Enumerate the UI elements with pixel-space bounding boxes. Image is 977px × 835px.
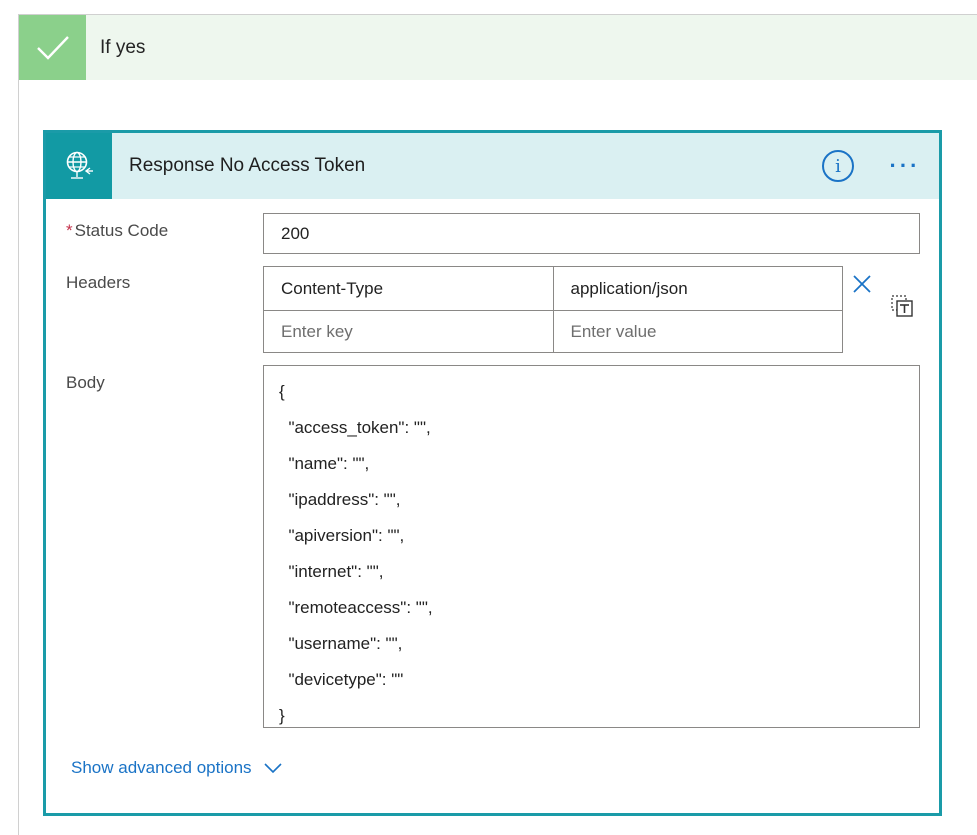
required-marker: * [66,221,73,240]
http-response-globe-icon [46,133,112,199]
body-line: "internet": "", [279,562,384,581]
checkmark-icon [19,15,86,80]
body-line: } [279,706,285,725]
status-code-label-text: Status Code [74,221,169,240]
condition-branch-container: If yes Response No Access Token i ··· * … [18,14,977,835]
body-line: "apiversion": "", [279,526,405,545]
show-advanced-options-label: Show advanced options [71,758,252,777]
header-row: Content-Type application/json [264,267,842,310]
response-action-card: Response No Access Token i ··· * Status C… [43,130,942,816]
body-line: { [279,382,285,401]
body-label: Body [66,373,105,392]
header-key-input[interactable]: Content-Type [264,267,553,310]
body-line: "devicetype": "" [279,670,404,689]
headers-label: Headers [66,273,131,292]
header-value-placeholder-input[interactable]: Enter value [552,311,843,353]
body-editor[interactable]: { "access_token": "", "name": "", "ipadd… [263,365,920,728]
body-line: "name": "", [279,454,370,473]
more-ellipsis-icon[interactable]: ··· [889,150,921,182]
info-icon[interactable]: i [822,150,854,182]
header-row-empty: Enter key Enter value [264,310,842,353]
show-advanced-options-button[interactable]: Show advanced options [71,758,282,778]
if-yes-title: If yes [100,36,146,58]
chevron-down-icon [263,763,282,774]
header-value-input[interactable]: application/json [552,267,843,310]
status-code-input[interactable]: 200 [263,213,920,254]
switch-to-text-mode-icon[interactable] [890,294,914,318]
status-code-label: * Status Code [66,221,168,241]
body-line: "ipaddress": "", [279,490,401,509]
header-key-placeholder-input[interactable]: Enter key [264,311,553,353]
body-line: "remoteaccess": "", [279,598,433,617]
action-title: Response No Access Token [129,155,366,176]
body-line: "username": "", [279,634,403,653]
headers-table: Content-Type application/json Enter key … [263,266,843,353]
close-x-icon[interactable] [851,273,873,295]
action-header[interactable]: Response No Access Token i ··· [46,133,939,199]
if-yes-header[interactable]: If yes [19,15,977,80]
body-line: "access_token": "", [279,418,431,437]
